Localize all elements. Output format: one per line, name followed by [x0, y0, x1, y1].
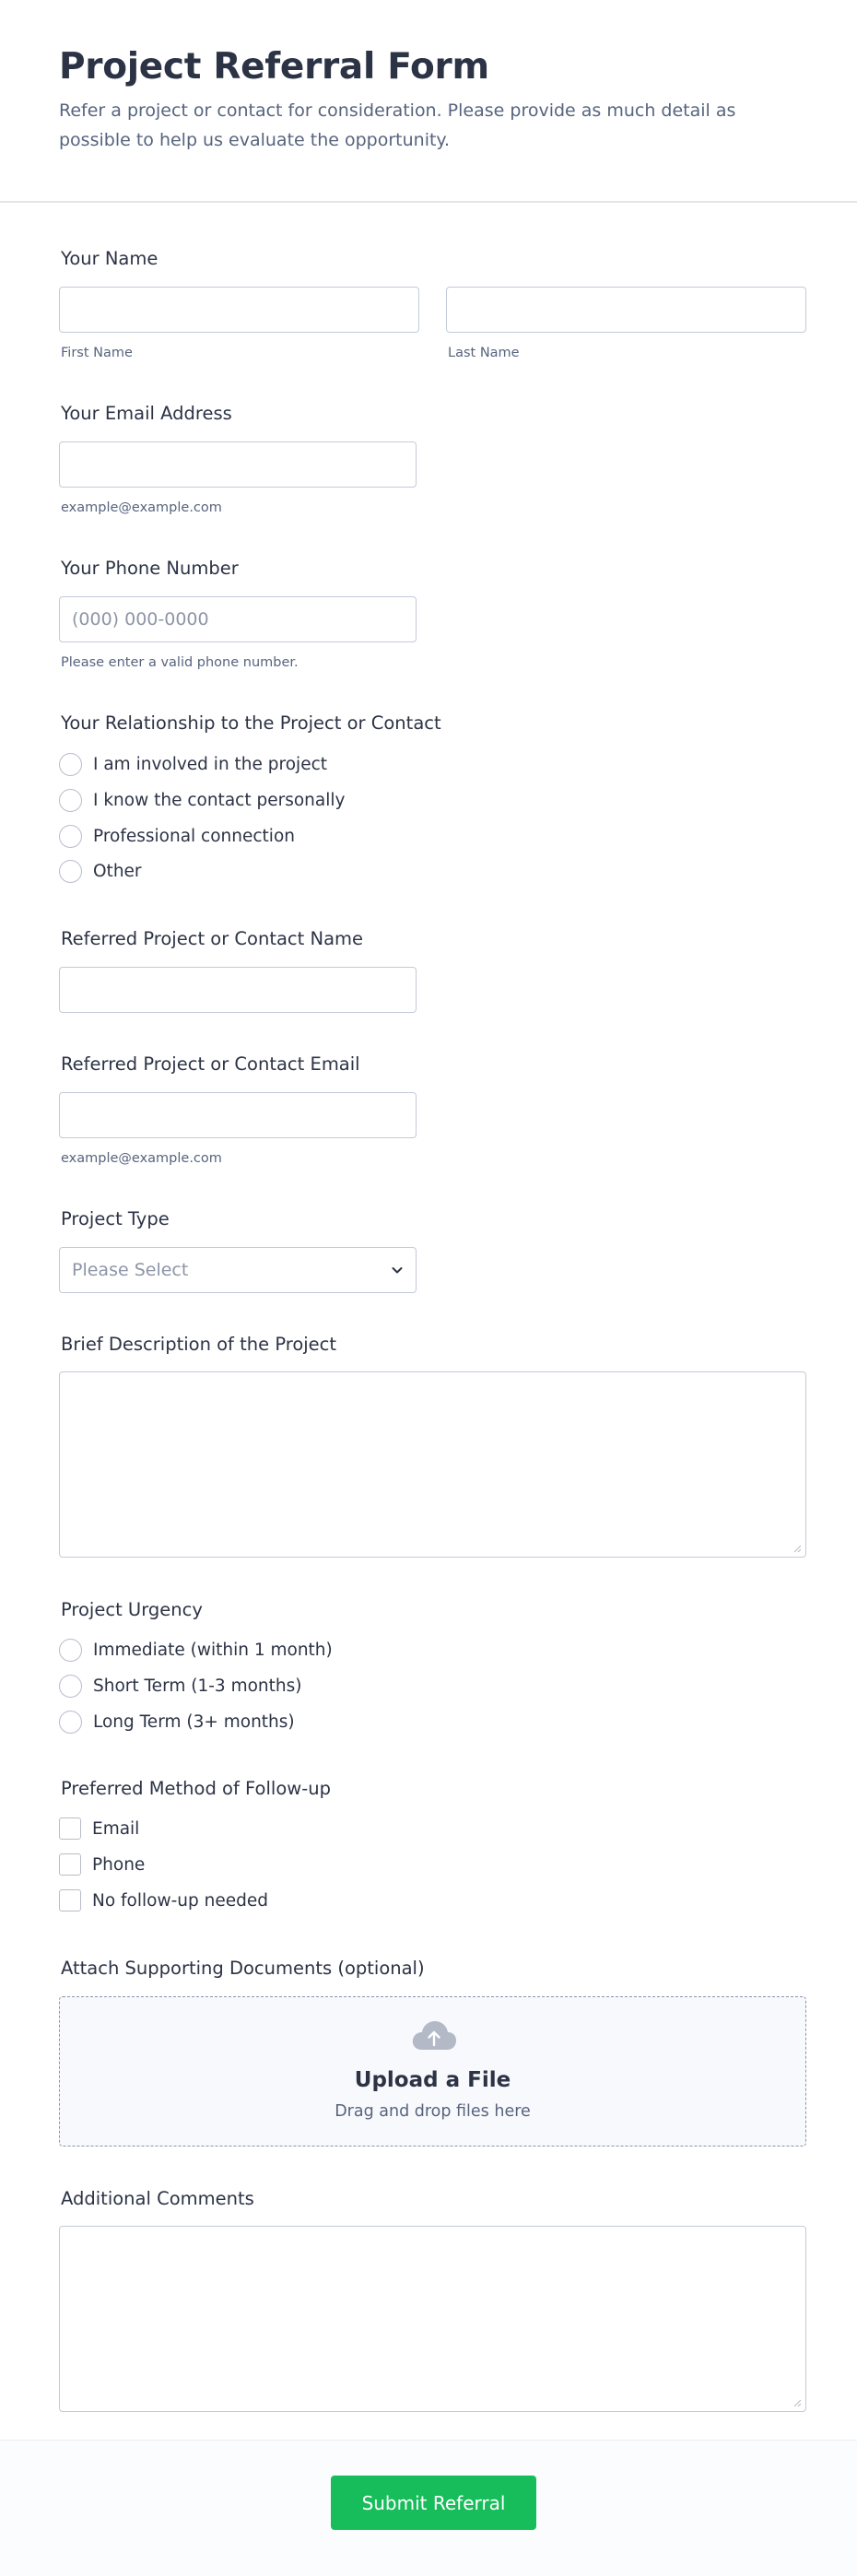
upload-title: Upload a File — [354, 2068, 511, 2092]
relationship-option[interactable]: Professional connection — [59, 824, 295, 848]
last-name-sublabel: Last Name — [448, 346, 520, 360]
checkbox[interactable] — [59, 1817, 81, 1840]
page-title: Project Referral Form — [59, 46, 489, 88]
email-label: Your Email Address — [61, 403, 232, 424]
followup-label: Preferred Method of Follow-up — [61, 1778, 331, 1799]
checkbox[interactable] — [59, 1889, 81, 1911]
relationship-option[interactable]: Other — [59, 859, 142, 883]
relationship-option[interactable]: I know the contact personally — [59, 788, 345, 812]
option-label: No follow-up needed — [92, 1890, 268, 1911]
referred-email-sublabel: example@example.com — [61, 1151, 222, 1166]
phone-sublabel: Please enter a valid phone number. — [61, 655, 299, 670]
form-footer: Submit Referral — [0, 2440, 857, 2576]
urgency-option[interactable]: Long Term (3+ months) — [59, 1710, 295, 1734]
submit-button[interactable]: Submit Referral — [331, 2476, 536, 2530]
followup-option[interactable]: Phone — [59, 1853, 145, 1876]
radio-button[interactable] — [59, 1710, 82, 1734]
resize-handle-icon[interactable] — [793, 1545, 802, 1553]
description-textarea[interactable] — [59, 1371, 806, 1558]
comments-label: Additional Comments — [61, 2188, 254, 2209]
option-label: Other — [93, 861, 142, 881]
file-upload-dropzone[interactable]: Upload a File Drag and drop files here — [59, 1996, 806, 2147]
email-sublabel: example@example.com — [61, 500, 222, 515]
radio-button[interactable] — [59, 824, 82, 848]
attachments-label: Attach Supporting Documents (optional) — [61, 1958, 425, 1979]
followup-option[interactable]: No follow-up needed — [59, 1888, 268, 1912]
referred-email-input[interactable] — [59, 1092, 417, 1138]
project-type-label: Project Type — [61, 1208, 170, 1229]
project-type-selected: Please Select — [72, 1260, 189, 1280]
option-label: I am involved in the project — [93, 754, 327, 774]
radio-button[interactable] — [59, 1674, 82, 1698]
upload-subtitle: Drag and drop files here — [335, 2102, 531, 2121]
first-name-input[interactable] — [59, 287, 419, 333]
option-label: Long Term (3+ months) — [93, 1711, 295, 1732]
option-label: Immediate (within 1 month) — [93, 1640, 333, 1660]
option-label: Email — [92, 1818, 140, 1839]
resize-handle-icon[interactable] — [793, 2399, 802, 2407]
followup-option[interactable]: Email — [59, 1817, 139, 1841]
option-label: I know the contact personally — [93, 790, 346, 810]
description-label: Brief Description of the Project — [61, 1334, 337, 1355]
urgency-label: Project Urgency — [61, 1599, 203, 1620]
referred-email-label: Referred Project or Contact Email — [61, 1053, 360, 1075]
urgency-option[interactable]: Immediate (within 1 month) — [59, 1638, 333, 1662]
page-subtitle: Refer a project or contact for considera… — [59, 100, 736, 150]
radio-button[interactable] — [59, 859, 82, 883]
checkbox[interactable] — [59, 1853, 81, 1876]
phone-input[interactable]: (000) 000-0000 — [59, 596, 417, 642]
radio-button[interactable] — [59, 1638, 82, 1662]
relationship-label: Your Relationship to the Project or Cont… — [61, 712, 441, 734]
option-label: Phone — [92, 1854, 146, 1875]
urgency-option[interactable]: Short Term (1-3 months) — [59, 1674, 301, 1698]
comments-textarea[interactable] — [59, 2226, 806, 2412]
last-name-input[interactable] — [446, 287, 806, 333]
chevron-down-icon — [392, 1267, 403, 1274]
radio-button[interactable] — [59, 752, 82, 776]
project-type-select[interactable]: Please Select — [59, 1247, 417, 1293]
name-label: Your Name — [61, 248, 158, 269]
option-label: Professional connection — [93, 826, 295, 846]
referred-name-input[interactable] — [59, 967, 417, 1013]
relationship-option[interactable]: I am involved in the project — [59, 752, 327, 776]
radio-button[interactable] — [59, 788, 82, 812]
phone-label: Your Phone Number — [61, 558, 239, 579]
cloud-upload-icon — [412, 2021, 456, 2050]
referred-name-label: Referred Project or Contact Name — [61, 928, 364, 949]
email-input[interactable] — [59, 441, 417, 488]
form-header: Project Referral Form Refer a project or… — [0, 0, 857, 203]
option-label: Short Term (1-3 months) — [93, 1676, 302, 1696]
first-name-sublabel: First Name — [61, 346, 133, 360]
